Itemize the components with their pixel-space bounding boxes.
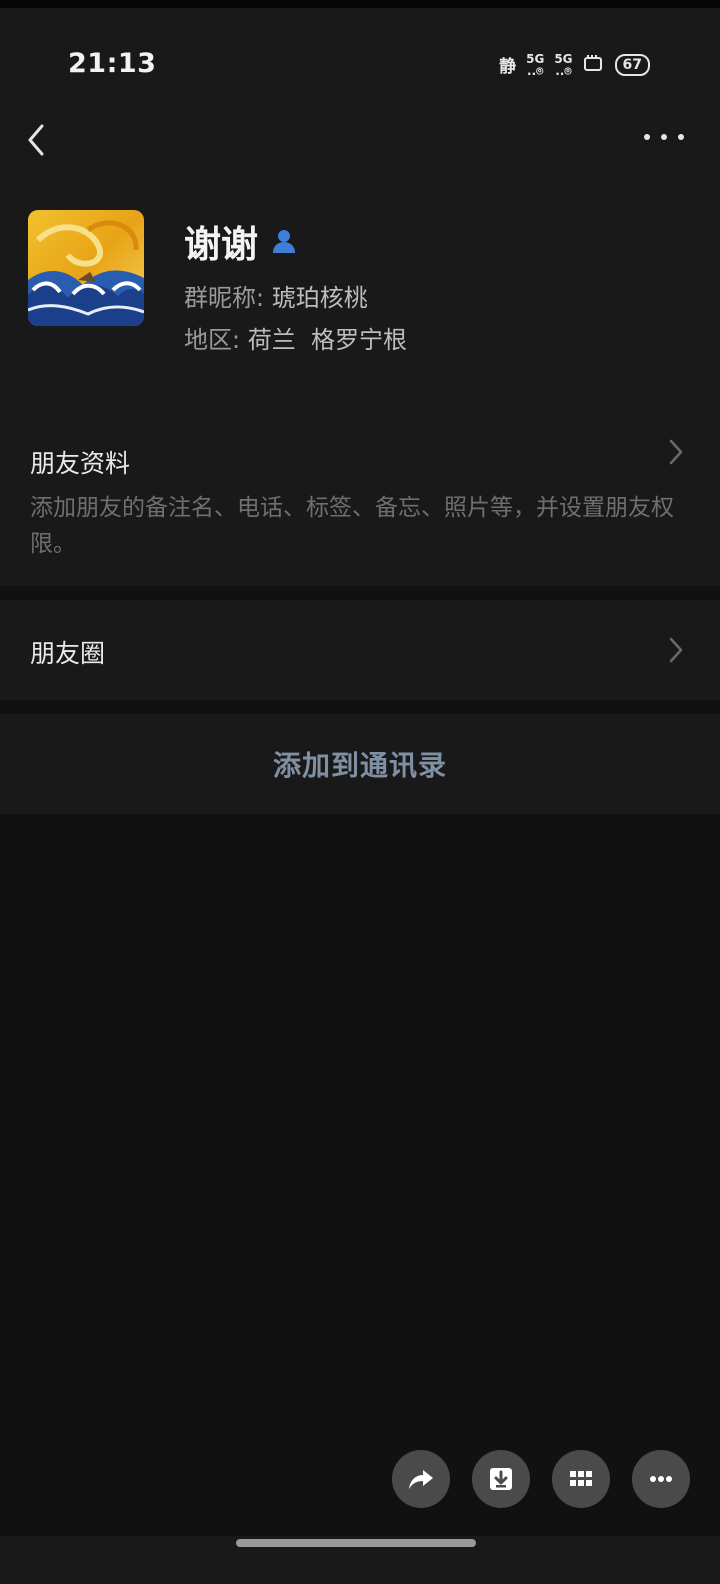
profile-name-row: 谢谢 (184, 214, 298, 268)
chevron-right-icon (669, 637, 683, 663)
home-indicator[interactable] (236, 1539, 476, 1547)
notification-icon (583, 53, 605, 77)
status-time: 21:13 (68, 48, 157, 79)
chevron-left-icon (28, 124, 44, 156)
apps-button[interactable] (552, 1450, 610, 1508)
download-icon (490, 1468, 512, 1490)
more-options-button[interactable] (644, 122, 684, 152)
region-row: 地区: 荷兰 格罗宁根 (184, 320, 407, 355)
more-icon (650, 1476, 672, 1482)
profile-name: 谢谢 (184, 223, 258, 266)
status-bar: 21:13 静 5G ..⌾ 5G ..⌾ 67 (0, 8, 720, 98)
avatar-image (28, 210, 144, 326)
avatar[interactable] (28, 210, 144, 326)
friend-info-description: 添加朋友的备注名、电话、标签、备忘、照片等，并设置朋友权限。 (30, 495, 674, 557)
signal-5g-icon: 5G ..⌾ (554, 51, 573, 78)
friend-info-row[interactable]: 朋友资料 添加朋友的备注名、电话、标签、备忘、照片等，并设置朋友权限。 (0, 410, 720, 586)
region-label: 地区: (184, 326, 241, 354)
back-button[interactable] (22, 120, 52, 160)
person-icon (273, 230, 295, 253)
share-button[interactable] (392, 1450, 450, 1508)
moments-row[interactable]: 朋友圈 (0, 600, 720, 700)
more-horizontal-icon (644, 134, 650, 140)
battery-icon: 67 (614, 53, 650, 76)
nickname-label: 群昵称: (184, 284, 265, 312)
floating-action-bar (392, 1450, 690, 1508)
top-edge (0, 0, 720, 8)
add-to-contacts-button[interactable]: 添加到通讯录 (0, 714, 720, 814)
share-icon (409, 1470, 433, 1489)
mute-icon: 静 (499, 57, 517, 77)
moments-title: 朋友圈 (30, 639, 106, 668)
header-bar (0, 98, 720, 178)
more-button[interactable] (632, 1450, 690, 1508)
status-icons: 静 5G ..⌾ 5G ..⌾ 67 (499, 52, 650, 77)
nickname-value: 琥珀核桃 (271, 284, 368, 312)
add-to-contacts-label: 添加到通讯录 (272, 749, 447, 782)
friend-info-title: 朋友资料 (30, 449, 131, 478)
region-value: 荷兰 格罗宁根 (247, 326, 407, 354)
apps-grid-icon (570, 1471, 592, 1486)
download-button[interactable] (472, 1450, 530, 1508)
nickname-row: 群昵称: 琥珀核桃 (184, 278, 368, 313)
signal-5g-icon: 5G ..⌾ (526, 51, 545, 78)
chevron-right-icon (669, 439, 683, 465)
profile-card: 谢谢 群昵称: 琥珀核桃 地区: 荷兰 格罗宁根 (0, 178, 720, 410)
